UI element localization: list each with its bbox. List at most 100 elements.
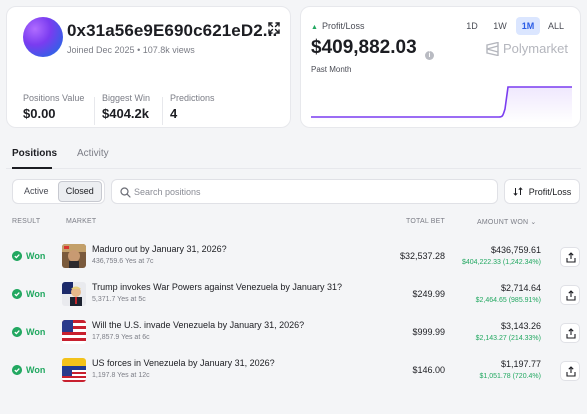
result-cell: Won <box>12 251 45 261</box>
range-tab-1d[interactable]: 1D <box>460 17 484 35</box>
section-tabs: Positions Activity <box>12 148 109 159</box>
market-image-trump <box>62 282 86 306</box>
stat-label: Predictions <box>170 93 215 103</box>
market-title[interactable]: Maduro out by January 31, 2026? <box>92 244 227 254</box>
total-bet: $999.99 <box>412 327 445 337</box>
check-circle-icon <box>12 365 22 375</box>
result-cell: Won <box>12 365 45 375</box>
amount-profit: $2,464.65 (985.91%) <box>475 297 541 304</box>
pnl-card: ▲ Profit/Loss $409,882.03 i Past Month 1D… <box>300 6 581 128</box>
check-circle-icon <box>12 289 22 299</box>
expand-icon[interactable] <box>267 21 281 35</box>
search-box <box>111 179 498 204</box>
stat-positions-value: Positions Value $0.00 <box>23 93 84 121</box>
stat-biggest-win: Biggest Win $404.2k <box>102 93 150 121</box>
amount-profit: $2,143.27 (214.33%) <box>475 335 541 342</box>
stat-divider <box>162 97 163 125</box>
stat-value: 4 <box>170 106 178 121</box>
stat-divider <box>94 97 95 125</box>
total-bet: $32,537.28 <box>399 251 445 261</box>
amount-won: $1,197.77 <box>500 359 541 369</box>
market-image-maduro <box>62 244 86 268</box>
result-label: Won <box>26 251 46 261</box>
active-tab-indicator <box>12 167 52 169</box>
share-icon <box>566 366 576 377</box>
total-bet: $146.00 <box>412 365 445 375</box>
pnl-label: ▲ Profit/Loss <box>311 21 364 31</box>
pnl-label-text: Profit/Loss <box>321 21 365 31</box>
share-icon <box>566 290 576 301</box>
polymarket-logo: Polymarket <box>486 41 568 56</box>
market-title[interactable]: Will the U.S. invade Venezuela by Januar… <box>92 320 304 330</box>
stat-label: Biggest Win <box>102 93 151 103</box>
result-cell: Won <box>12 289 45 299</box>
market-position: 5,371.7 Yes at 5c <box>92 296 146 303</box>
header-result: RESULT <box>12 218 41 225</box>
range-tab-1m[interactable]: 1M <box>516 17 540 35</box>
pnl-value: $409,882.03 <box>311 37 417 58</box>
sort-profit-loss-button[interactable]: Profit/Loss <box>504 179 580 204</box>
chevron-down-icon: ⌄ <box>530 219 537 226</box>
brand-name: Polymarket <box>502 41 568 56</box>
stat-value: $404.2k <box>102 106 149 121</box>
market-position: 1,197.8 Yes at 12c <box>92 372 150 379</box>
table-row[interactable]: Won Maduro out by January 31, 2026? 436,… <box>6 238 581 276</box>
amount-profit: $1,051.78 (720.4%) <box>479 373 542 380</box>
stat-label: Positions Value <box>23 93 85 103</box>
tab-positions[interactable]: Positions <box>12 148 57 159</box>
amount-profit: $404,222.33 (1,242.34%) <box>461 259 541 266</box>
range-tabs: 1D 1W 1M ALL <box>460 17 568 35</box>
range-tab-all[interactable]: ALL <box>544 17 568 35</box>
stat-predictions: Predictions 4 <box>170 93 215 121</box>
share-button[interactable] <box>560 285 580 305</box>
header-amount-won-label: AMOUNT WON <box>477 219 529 226</box>
amount-won: $3,143.26 <box>500 321 541 331</box>
tab-activity[interactable]: Activity <box>77 148 109 159</box>
pnl-period: Past Month <box>311 65 352 74</box>
table-row[interactable]: Won US forces in Venezuela by January 31… <box>6 352 581 390</box>
search-input[interactable] <box>134 181 494 202</box>
share-button[interactable] <box>560 247 580 267</box>
polymarket-icon <box>486 41 499 56</box>
status-toggle: Active Closed <box>12 179 105 204</box>
market-position: 436,759.6 Yes at 7c <box>92 258 154 265</box>
result-label: Won <box>26 289 46 299</box>
check-circle-icon <box>12 251 22 261</box>
result-label: Won <box>26 327 46 337</box>
share-icon <box>566 252 576 263</box>
market-image-us-venezuela-flags <box>62 320 86 344</box>
result-label: Won <box>26 365 46 375</box>
filter-active-button[interactable]: Active <box>15 181 58 202</box>
market-position: 17,857.9 Yes at 6c <box>92 334 150 341</box>
filter-closed-button[interactable]: Closed <box>57 181 102 202</box>
view-count: 107.8k views <box>142 45 195 55</box>
result-cell: Won <box>12 327 45 337</box>
market-image-venezuela-us-flags <box>62 358 86 382</box>
sort-icon <box>513 187 523 196</box>
header-total-bet[interactable]: TOTAL BET <box>406 218 445 225</box>
profile-username: 0x31a56e9E690c621eD2... <box>67 21 278 40</box>
trend-up-icon: ▲ <box>311 24 318 31</box>
search-icon <box>120 187 131 198</box>
profile-card: 0x31a56e9E690c621eD2... Joined Dec 2025 … <box>6 6 291 128</box>
share-button[interactable] <box>560 361 580 381</box>
profile-meta: Joined Dec 2025 • 107.8k views <box>67 45 195 55</box>
share-icon <box>566 328 576 339</box>
stat-value: $0.00 <box>23 106 56 121</box>
table-row[interactable]: Won Trump invokes War Powers against Ven… <box>6 276 581 314</box>
info-icon[interactable]: i <box>425 51 434 60</box>
avatar <box>23 17 63 57</box>
market-title[interactable]: Trump invokes War Powers against Venezue… <box>92 282 342 292</box>
sort-label: Profit/Loss <box>528 186 572 197</box>
pnl-sparkline <box>311 86 572 123</box>
amount-won: $2,714.64 <box>500 283 541 293</box>
table-row[interactable]: Won Will the U.S. invade Venezuela by Ja… <box>6 314 581 352</box>
header-market: MARKET <box>66 218 97 225</box>
range-tab-1w[interactable]: 1W <box>488 17 512 35</box>
share-button[interactable] <box>560 323 580 343</box>
joined-date: Joined Dec 2025 <box>67 45 135 55</box>
total-bet: $249.99 <box>412 289 445 299</box>
check-circle-icon <box>12 327 22 337</box>
market-title[interactable]: US forces in Venezuela by January 31, 20… <box>92 358 275 368</box>
header-amount-won[interactable]: AMOUNT WON ⌄ <box>477 218 537 226</box>
